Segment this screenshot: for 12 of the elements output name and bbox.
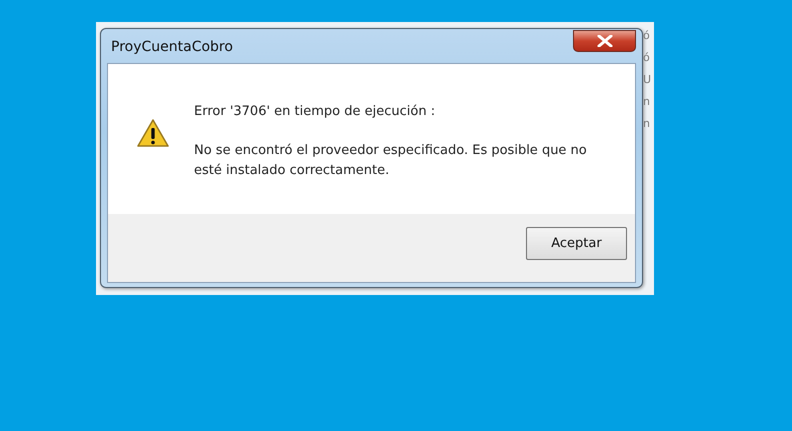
error-message: No se encontró el proveedor especificado. Es posible que no esté instalado correctamente.	[194, 142, 588, 180]
background-text: U	[643, 74, 652, 88]
close-button[interactable]	[573, 30, 636, 52]
ok-button[interactable]: Aceptar	[526, 227, 627, 260]
warning-icon	[136, 118, 170, 148]
background-text: n	[643, 118, 651, 132]
error-heading: Error '3706' en tiempo de ejecución :	[194, 103, 436, 121]
close-icon	[596, 35, 612, 47]
background-text: ó	[643, 52, 651, 66]
background-text: n	[643, 96, 651, 110]
window-title: ProyCuentaCobro	[111, 38, 233, 57]
background-text: ó	[643, 30, 651, 44]
